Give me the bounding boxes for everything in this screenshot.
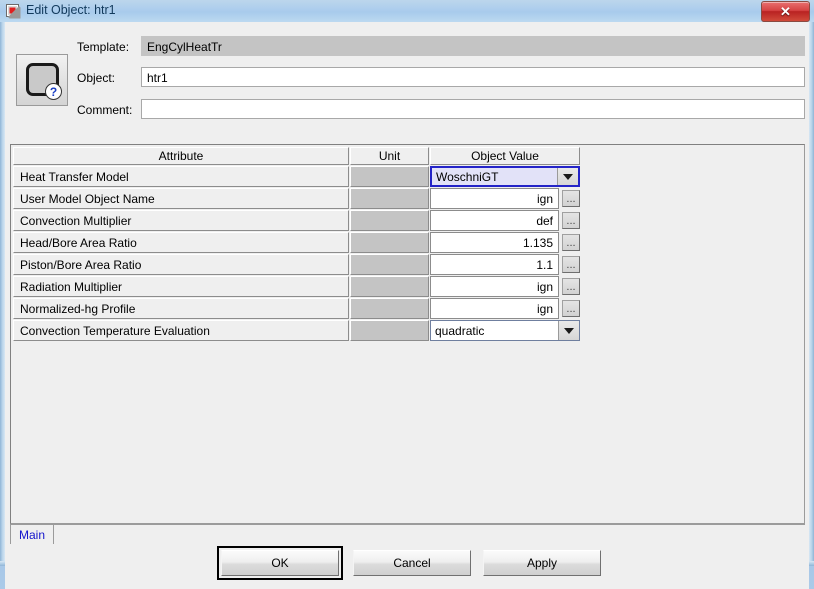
tab-strip-divider	[50, 524, 805, 525]
attribute-name: Convection Multiplier	[13, 210, 349, 231]
combo-value: quadratic	[435, 323, 485, 338]
user-model-object-name-input[interactable]: ign	[430, 188, 559, 209]
object-label: Object:	[77, 71, 116, 85]
radiation-multiplier-input[interactable]: ign	[430, 276, 559, 297]
attribute-unit	[350, 254, 429, 275]
chevron-down-icon[interactable]	[557, 168, 578, 185]
rounded-square-help-icon: ?	[16, 54, 68, 106]
column-header-object-value[interactable]: Object Value	[430, 147, 580, 165]
attribute-name: Radiation Multiplier	[13, 276, 349, 297]
ellipsis-button[interactable]: ...	[562, 212, 580, 229]
normalized-hg-profile-input[interactable]: ign	[430, 298, 559, 319]
template-label: Template:	[77, 40, 130, 54]
edit-object-window: Edit Object: htr1 ✕ ? Template: EngCylHe…	[0, 0, 814, 589]
dialog-button-bar: OK Cancel Apply	[5, 544, 809, 589]
head-bore-area-ratio-input[interactable]: 1.135	[430, 232, 559, 253]
template-value: EngCylHeatTr	[141, 36, 805, 56]
object-input[interactable]: htr1	[141, 67, 805, 87]
convection-multiplier-input[interactable]: def	[430, 210, 559, 231]
attribute-name: Head/Bore Area Ratio	[13, 232, 349, 253]
attribute-name: Convection Temperature Evaluation	[13, 320, 349, 341]
piston-bore-area-ratio-input[interactable]: 1.1	[430, 254, 559, 275]
attribute-value-cell: ign ...	[430, 276, 580, 297]
ok-button[interactable]: OK	[217, 546, 343, 580]
attribute-unit	[350, 166, 429, 187]
window-edge-right	[809, 22, 814, 566]
question-mark-icon: ?	[45, 83, 62, 100]
object-header-panel: ? Template: EngCylHeatTr Object: htr1 Co…	[9, 27, 805, 119]
column-header-unit[interactable]: Unit	[350, 147, 429, 165]
chevron-down-icon[interactable]	[558, 321, 579, 340]
comment-input[interactable]	[141, 99, 805, 119]
attribute-value-cell: quadratic	[430, 320, 580, 341]
tab-main[interactable]: Main	[10, 524, 55, 544]
heat-transfer-model-combo[interactable]: WoschniGT	[430, 166, 580, 187]
ellipsis-button[interactable]: ...	[562, 190, 580, 207]
ellipsis-button[interactable]: ...	[562, 278, 580, 295]
attribute-value-cell: ign ...	[430, 188, 580, 209]
close-button[interactable]: ✕	[761, 1, 810, 22]
attribute-value-cell: 1.135 ...	[430, 232, 580, 253]
ellipsis-button[interactable]: ...	[562, 300, 580, 317]
dialog-client-area: ? Template: EngCylHeatTr Object: htr1 Co…	[5, 22, 809, 589]
convection-temperature-evaluation-combo[interactable]: quadratic	[430, 320, 580, 341]
cancel-button[interactable]: Cancel	[353, 550, 471, 576]
attribute-name: Heat Transfer Model	[13, 166, 349, 187]
close-icon: ✕	[780, 3, 791, 19]
attribute-value-cell: ign ...	[430, 298, 580, 319]
attribute-name: User Model Object Name	[13, 188, 349, 209]
app-window-icon	[6, 4, 21, 19]
attribute-table: Attribute Unit Object Value Heat Transfe…	[10, 144, 805, 524]
attribute-unit	[350, 188, 429, 209]
apply-button[interactable]: Apply	[483, 550, 601, 576]
attribute-name: Piston/Bore Area Ratio	[13, 254, 349, 275]
tab-strip: Main	[10, 524, 805, 544]
attribute-unit	[350, 298, 429, 319]
ellipsis-button[interactable]: ...	[562, 234, 580, 251]
attribute-value-cell: def ...	[430, 210, 580, 231]
attribute-value-cell: WoschniGT	[430, 166, 580, 187]
attribute-unit	[350, 210, 429, 231]
window-title: Edit Object: htr1	[26, 3, 116, 17]
attribute-unit	[350, 320, 429, 341]
attribute-unit	[350, 276, 429, 297]
ellipsis-button[interactable]: ...	[562, 256, 580, 273]
attribute-name: Normalized-hg Profile	[13, 298, 349, 319]
combo-value: WoschniGT	[436, 169, 499, 184]
title-bar: Edit Object: htr1 ✕	[0, 0, 814, 22]
comment-label: Comment:	[77, 103, 133, 117]
column-header-attribute[interactable]: Attribute	[13, 147, 349, 165]
attribute-unit	[350, 232, 429, 253]
attribute-value-cell: 1.1 ...	[430, 254, 580, 275]
